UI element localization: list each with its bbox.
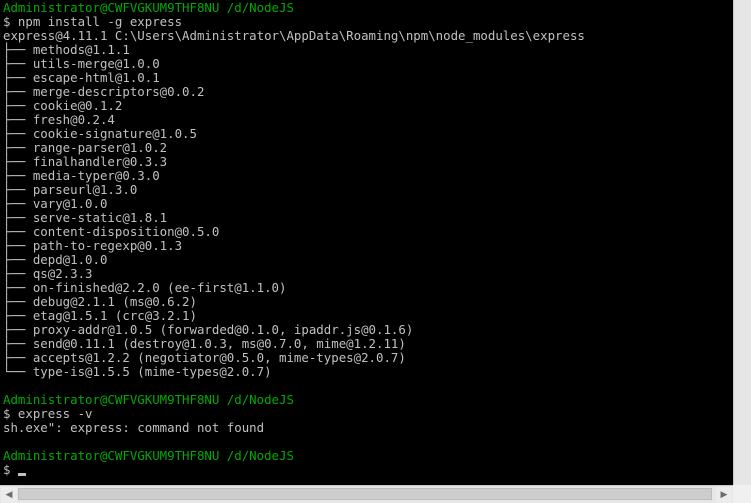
output-line: ├── debug@2.1.1 (ms@0.6.2)	[3, 295, 731, 309]
line-text: ├── cookie-signature@1.0.5	[3, 126, 197, 141]
line-text: $ npm install -g express	[3, 14, 183, 29]
output-line: ├── cookie@0.1.2	[3, 99, 731, 113]
output-line: ├── fresh@0.2.4	[3, 113, 731, 127]
output-line: sh.exe": express: command not found	[3, 421, 731, 435]
line-text: ├── utils-merge@1.0.0	[3, 56, 160, 71]
output-line: ├── serve-static@1.8.1	[3, 211, 731, 225]
terminal-output[interactable]: Administrator@CWFVGKUM9THF8NU /d/NodeJS $…	[0, 0, 731, 485]
line-text: ├── path-to-regexp@0.1.3	[3, 238, 183, 253]
output-line: ├── cookie-signature@1.0.5	[3, 127, 731, 141]
line-text: ├── merge-descriptors@0.0.2	[3, 84, 205, 99]
output-line: ├── proxy-addr@1.0.5 (forwarded@0.1.0, i…	[3, 323, 731, 337]
output-line: ├── path-to-regexp@0.1.3	[3, 239, 731, 253]
output-line: ├── content-disposition@0.5.0	[3, 225, 731, 239]
line-text: sh.exe": express: command not found	[3, 420, 265, 435]
output-line: ├── etag@1.5.1 (crc@3.2.1)	[3, 309, 731, 323]
scroll-left-button[interactable]: ◀	[1, 487, 17, 503]
line-text: ├── media-typer@0.3.0	[3, 168, 160, 183]
text-cursor	[18, 473, 27, 476]
line-text: ├── qs@2.3.3	[3, 266, 93, 281]
line-text: ├── on-finished@2.2.0 (ee-first@1.1.0)	[3, 280, 287, 295]
line-text: Administrator@CWFVGKUM9THF8NU /d/NodeJS	[3, 0, 294, 15]
line-text: ├── escape-html@1.0.1	[3, 70, 160, 85]
output-line: └── type-is@1.5.5 (mime-types@2.0.7)	[3, 365, 731, 379]
line-text: ├── send@0.11.1 (destroy@1.0.3, ms@0.7.0…	[3, 336, 406, 351]
vertical-scrollbar[interactable]	[733, 0, 751, 485]
output-line: ├── depd@1.0.0	[3, 253, 731, 267]
line-text: ├── accepts@1.2.2 (negotiator@0.5.0, mim…	[3, 350, 406, 365]
output-line: ├── methods@1.1.1	[3, 43, 731, 57]
line-text: express@4.11.1 C:\Users\Administrator\Ap…	[3, 28, 585, 43]
line-text: ├── content-disposition@0.5.0	[3, 224, 220, 239]
output-line: ├── media-typer@0.3.0	[3, 169, 731, 183]
output-line: ├── on-finished@2.2.0 (ee-first@1.1.0)	[3, 281, 731, 295]
output-line: ├── finalhandler@0.3.3	[3, 155, 731, 169]
output-line: ├── parseurl@1.3.0	[3, 183, 731, 197]
output-line: ├── qs@2.3.3	[3, 267, 731, 281]
scrollbar-corner	[733, 485, 751, 503]
output-line: ├── escape-html@1.0.1	[3, 71, 731, 85]
line-text: ├── finalhandler@0.3.3	[3, 154, 168, 169]
chevron-right-icon: ▶	[720, 490, 728, 500]
output-line: $ npm install -g express	[3, 15, 731, 29]
line-text: $ express -v	[3, 406, 93, 421]
prompt-line: Administrator@CWFVGKUM9THF8NU /d/NodeJS	[3, 449, 731, 463]
line-text: ├── range-parser@1.0.2	[3, 140, 168, 155]
scroll-right-button[interactable]: ▶	[716, 487, 732, 503]
line-text: └── type-is@1.5.5 (mime-types@2.0.7)	[3, 364, 272, 379]
output-line: ├── send@0.11.1 (destroy@1.0.3, ms@0.7.0…	[3, 337, 731, 351]
horizontal-scroll-thumb[interactable]	[18, 488, 712, 500]
line-text: ├── methods@1.1.1	[3, 42, 130, 57]
input-line[interactable]: $	[3, 463, 731, 477]
line-text: $	[3, 462, 11, 477]
line-text: ├── cookie@0.1.2	[3, 98, 123, 113]
line-text: ├── serve-static@1.8.1	[3, 210, 168, 225]
chevron-left-icon: ◀	[5, 490, 13, 500]
prompt-line: Administrator@CWFVGKUM9THF8NU /d/NodeJS	[3, 1, 731, 15]
output-line: ├── merge-descriptors@0.0.2	[3, 85, 731, 99]
line-text: ├── parseurl@1.3.0	[3, 182, 138, 197]
output-line: ├── range-parser@1.0.2	[3, 141, 731, 155]
line-text: Administrator@CWFVGKUM9THF8NU /d/NodeJS	[3, 448, 294, 463]
line-text: ├── depd@1.0.0	[3, 252, 108, 267]
line-text: ├── proxy-addr@1.0.5 (forwarded@0.1.0, i…	[3, 322, 414, 337]
line-text: ├── etag@1.5.1 (crc@3.2.1)	[3, 308, 197, 323]
output-line: ├── utils-merge@1.0.0	[3, 57, 731, 71]
line-text: ├── fresh@0.2.4	[3, 112, 115, 127]
output-line: ├── vary@1.0.0	[3, 197, 731, 211]
horizontal-scrollbar[interactable]: ◀ ▶	[0, 485, 733, 503]
output-line: express@4.11.1 C:\Users\Administrator\Ap…	[3, 29, 731, 43]
output-line: ├── accepts@1.2.2 (negotiator@0.5.0, mim…	[3, 351, 731, 365]
prompt-line: Administrator@CWFVGKUM9THF8NU /d/NodeJS	[3, 393, 731, 407]
line-text: Administrator@CWFVGKUM9THF8NU /d/NodeJS	[3, 392, 294, 407]
line-text: ├── debug@2.1.1 (ms@0.6.2)	[3, 294, 197, 309]
output-line: $ express -v	[3, 407, 731, 421]
line-text: ├── vary@1.0.0	[3, 196, 108, 211]
